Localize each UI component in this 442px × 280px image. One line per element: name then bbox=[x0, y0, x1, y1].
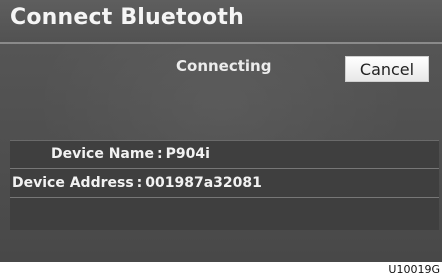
figure-code: U10019G bbox=[388, 263, 440, 276]
device-address-row: Device Address : 001987a32081 bbox=[10, 170, 439, 198]
title-bar: Connect Bluetooth bbox=[0, 0, 442, 44]
device-address-value: 001987a32081 bbox=[145, 175, 262, 191]
empty-info-row bbox=[10, 199, 439, 227]
device-name-row: Device Name : P904i bbox=[10, 141, 439, 169]
device-name-separator: : bbox=[156, 146, 163, 162]
device-info-panel: Device Name : P904i Device Address : 001… bbox=[10, 140, 439, 230]
cancel-button[interactable]: Cancel bbox=[345, 56, 429, 82]
screen-title: Connect Bluetooth bbox=[10, 5, 244, 30]
device-address-separator: : bbox=[136, 175, 143, 191]
device-address-label: Device Address bbox=[12, 175, 134, 191]
device-name-label: Device Name bbox=[51, 146, 154, 162]
connection-status: Connecting bbox=[176, 57, 272, 75]
bluetooth-connect-screen: Connect Bluetooth Connecting Cancel Devi… bbox=[0, 0, 442, 262]
device-name-value: P904i bbox=[165, 146, 210, 162]
